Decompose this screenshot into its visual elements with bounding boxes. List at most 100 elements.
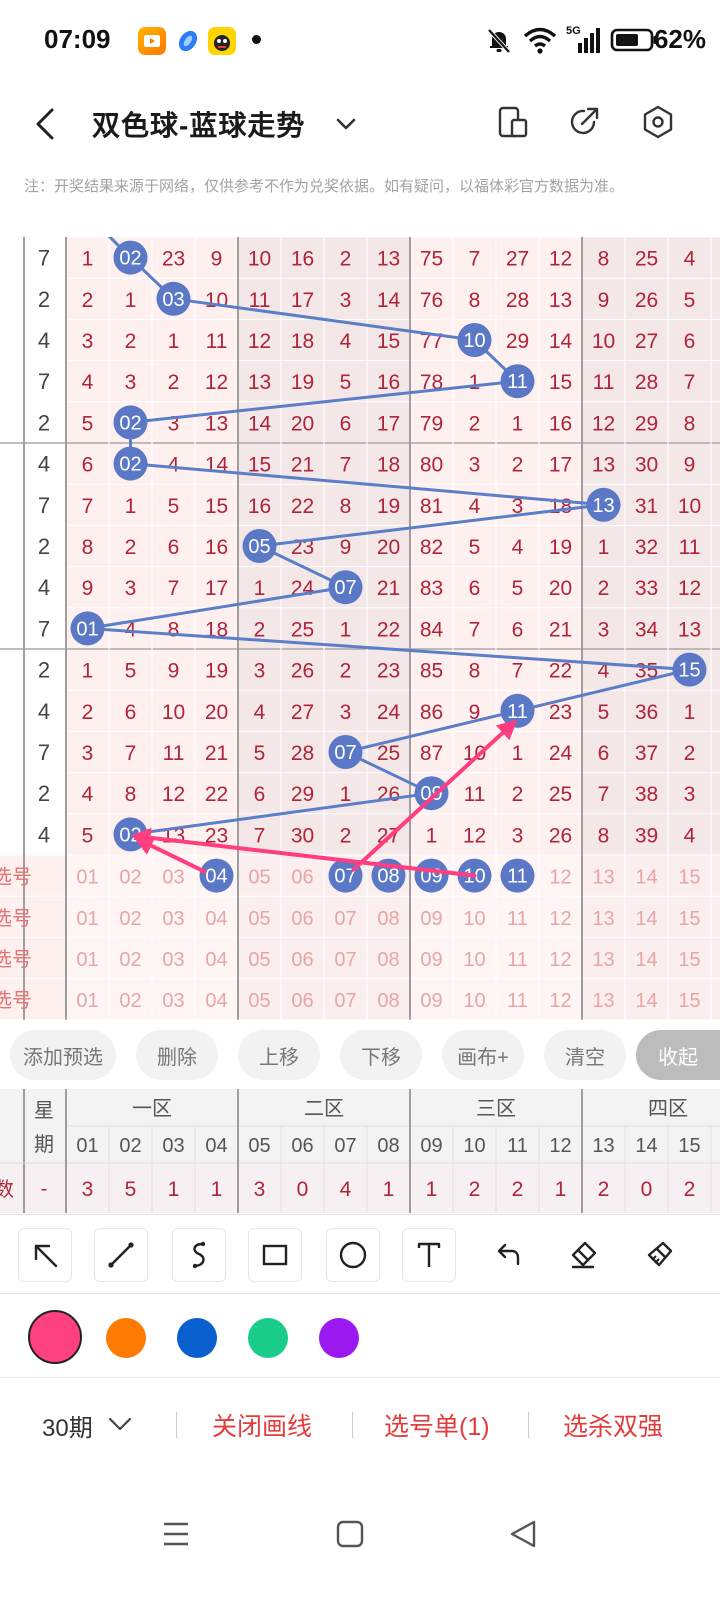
color-swatch-orange[interactable]	[106, 1318, 146, 1358]
pick-number: 03	[162, 949, 184, 971]
omission-cell: 16	[205, 536, 228, 559]
omission-cell: 1	[684, 701, 696, 724]
omission-cell: 13	[549, 289, 572, 312]
stats-number-header: 04	[205, 1135, 227, 1157]
omission-cell: 5	[340, 371, 352, 394]
home-icon[interactable]	[330, 1514, 370, 1554]
move-down-button[interactable]: 下移	[340, 1030, 422, 1080]
omission-cell: 16	[377, 371, 400, 394]
selected-pick-label: 11	[507, 866, 528, 888]
pick-number: 01	[76, 949, 98, 971]
period-selector[interactable]: 30期	[42, 1408, 93, 1443]
add-preselect-button[interactable]: 添加预选	[10, 1030, 116, 1080]
omission-cell: 24	[377, 701, 401, 724]
week-cell: 7	[38, 246, 50, 271]
back-triangle-icon[interactable]	[504, 1514, 544, 1554]
omission-cell: 20	[549, 577, 572, 600]
rectangle-tool-button[interactable]	[248, 1228, 302, 1282]
arrow-tool-button[interactable]	[18, 1228, 72, 1282]
share-icon[interactable]	[566, 104, 602, 140]
curve-tool-button[interactable]	[172, 1228, 226, 1282]
line-tool-button[interactable]	[94, 1228, 148, 1282]
clear-all-tool-button[interactable]	[632, 1228, 686, 1282]
page-title[interactable]: 双色球-蓝球走势	[92, 104, 305, 144]
hit-ball-label: 01	[76, 618, 98, 640]
chevron-down-icon[interactable]	[106, 1410, 134, 1438]
omission-cell: 7	[125, 742, 137, 765]
pick-number: 01	[76, 990, 98, 1012]
omission-cell: 7	[340, 454, 352, 477]
settings-icon[interactable]	[640, 104, 676, 140]
color-swatch-green[interactable]	[248, 1318, 288, 1358]
omission-cell: 12	[592, 412, 615, 435]
pick-number: 01	[76, 908, 98, 930]
chevron-down-icon[interactable]	[334, 112, 358, 136]
omission-cell: 7	[469, 248, 481, 271]
pick-number: 15	[678, 867, 700, 889]
omission-cell: 23	[162, 248, 185, 271]
color-swatch-blue[interactable]	[177, 1318, 217, 1358]
omission-cell: 15	[205, 495, 228, 518]
stats-week-header: 星	[34, 1100, 54, 1122]
circle-tool-button[interactable]	[326, 1228, 380, 1282]
move-up-button[interactable]: 上移	[238, 1030, 320, 1080]
eraser-icon	[571, 1241, 597, 1269]
canvas-plus-button[interactable]: 画布+	[442, 1030, 524, 1080]
omission-cell: 25	[291, 618, 314, 641]
back-icon[interactable]	[30, 104, 62, 144]
omission-cell: 27	[506, 248, 529, 271]
omission-cell: 5	[598, 701, 610, 724]
pick-number: 12	[549, 867, 571, 889]
omission-cell: 20	[377, 536, 400, 559]
omission-cell: 12	[678, 577, 701, 600]
omission-cell: 15	[549, 371, 572, 394]
text-tool-button[interactable]	[402, 1228, 456, 1282]
pick-number: 13	[592, 867, 614, 889]
color-swatch-purple[interactable]	[319, 1318, 359, 1358]
omission-cell: 85	[420, 660, 443, 683]
omission-cell: 16	[291, 248, 314, 271]
eraser-tool-button[interactable]	[556, 1228, 610, 1282]
trend-grid[interactable]: 7247247247247241223910162137572712825421…	[0, 237, 720, 1021]
delete-button[interactable]: 删除	[136, 1030, 218, 1080]
pick-number: 01	[76, 867, 98, 889]
week-cell: 7	[38, 616, 50, 641]
pick-number: 13	[592, 949, 614, 971]
omission-cell: 9	[211, 248, 223, 271]
hit-ball-label: 02	[119, 248, 141, 270]
undo-tool-button[interactable]	[480, 1228, 534, 1282]
pick-number: 12	[549, 908, 571, 930]
stats-value-cell: 5	[125, 1178, 137, 1201]
omission-cell: 6	[340, 412, 352, 435]
omission-cell: 17	[205, 577, 228, 600]
screen-mode-icon[interactable]	[494, 104, 530, 140]
week-column	[0, 237, 66, 855]
pick-number: 14	[635, 949, 657, 971]
kill-strong-button[interactable]: 选杀双强	[563, 1407, 663, 1443]
omission-cell: 16	[549, 412, 572, 435]
menu-icon[interactable]	[156, 1514, 196, 1554]
stats-value-cell: 2	[469, 1178, 481, 1201]
omission-cell: 9	[340, 536, 352, 559]
pick-number: 08	[377, 908, 399, 930]
stats-table-canvas: 星期一区 二区 三区 四区01 02 03 04 05 06 07 08 09 10 11 12 13 14 15…	[0, 1089, 720, 1213]
clear-button[interactable]: 清空	[544, 1030, 626, 1080]
stats-value-cell: 1	[168, 1178, 180, 1201]
close-drawing-button[interactable]: 关闭画线	[212, 1407, 312, 1443]
stats-number-header: 09	[420, 1135, 442, 1157]
omission-cell: 82	[420, 536, 443, 559]
trend-grid-canvas[interactable]: 7247247247247241223910162137572712825421…	[0, 237, 720, 1021]
omission-cell: 1	[426, 824, 438, 847]
pick-list-button[interactable]: 选号单(1)	[384, 1407, 490, 1443]
omission-cell: 5	[254, 742, 266, 765]
omission-cell: 22	[205, 783, 228, 806]
color-swatch-pink[interactable]	[28, 1310, 82, 1364]
omission-cell: 4	[684, 824, 696, 847]
omission-cell: 29	[506, 330, 529, 353]
pick-number: 14	[635, 990, 657, 1012]
pick-number: 10	[463, 908, 485, 930]
omission-cell: 3	[125, 577, 137, 600]
wifi-icon	[523, 27, 557, 54]
pick-number: 02	[119, 908, 141, 930]
collapse-button[interactable]: 收起	[636, 1030, 720, 1080]
